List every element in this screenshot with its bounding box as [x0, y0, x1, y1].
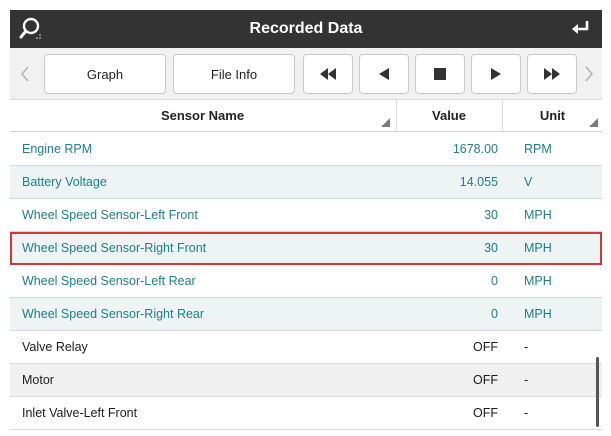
value-cell: 0	[491, 274, 498, 288]
table-row[interactable]: Battery Voltage 14.055 V	[10, 166, 602, 199]
unit-cell: RPM	[524, 142, 552, 156]
sort-indicator-icon	[589, 118, 598, 127]
column-header-value-label: Value	[432, 108, 466, 123]
file-info-button[interactable]: File Info	[173, 54, 295, 94]
unit-cell: V	[524, 175, 533, 189]
graph-button[interactable]: Graph	[44, 54, 166, 94]
column-header-sensor-name[interactable]: Sensor Name	[10, 100, 395, 132]
stop-button[interactable]	[415, 54, 465, 94]
value-cell: 30	[484, 241, 498, 255]
sort-indicator-icon	[381, 118, 390, 127]
title-bar: Recorded Data	[10, 10, 602, 48]
sensor-name-cell: Wheel Speed Sensor-Left Front	[22, 208, 198, 222]
stop-icon	[434, 68, 446, 80]
unit-cell: MPH	[524, 241, 552, 255]
back-button[interactable]	[564, 13, 598, 45]
file-info-button-label: File Info	[210, 66, 258, 82]
unit-cell: -	[524, 340, 529, 354]
column-header-unit-label: Unit	[539, 108, 566, 123]
value-cell: 1678.00	[452, 142, 498, 156]
table-row[interactable]: Inlet Valve-Left Front OFF -	[10, 397, 602, 430]
page-title: Recorded Data	[249, 20, 363, 37]
table-scrollbar[interactable]	[596, 357, 599, 427]
column-header-unit[interactable]: Unit	[503, 100, 602, 132]
chevron-right-icon	[585, 66, 593, 82]
toolbar: Graph File Info	[10, 48, 602, 100]
value-cell: 30	[484, 208, 498, 222]
unit-cell: MPH	[524, 307, 552, 321]
table-row[interactable]: Wheel Speed Sensor-Right Rear 0 MPH	[10, 298, 602, 331]
rewind-icon	[320, 68, 336, 80]
step-back-button[interactable]	[359, 54, 409, 94]
toolbar-scroll-left[interactable]	[14, 54, 36, 94]
column-header-sensor-name-label: Sensor Name	[160, 108, 245, 123]
step-back-icon	[379, 68, 389, 80]
sensor-name-cell: Wheel Speed Sensor-Right Front	[22, 241, 207, 255]
table-row[interactable]: Motor OFF -	[10, 364, 602, 397]
data-table: Sensor Name Value Unit Engine RPM 1678.0…	[10, 100, 602, 430]
table-row[interactable]: Wheel Speed Sensor-Left Rear 0 MPH	[10, 265, 602, 298]
fast-forward-button[interactable]	[527, 54, 577, 94]
unit-cell: -	[524, 406, 529, 420]
sensor-name-cell: Wheel Speed Sensor-Left Rear	[22, 274, 196, 288]
unit-cell: MPH	[524, 208, 552, 222]
table-row[interactable]: Wheel Speed Sensor-Left Front 30 MPH	[10, 199, 602, 232]
value-cell: OFF	[473, 373, 498, 387]
toolbar-scroll-right[interactable]	[578, 54, 600, 94]
unit-cell: -	[524, 373, 529, 387]
graph-button-label: Graph	[86, 66, 124, 82]
return-arrow-icon	[572, 21, 589, 34]
column-header-value[interactable]: Value	[397, 100, 501, 132]
sensor-name-cell: Battery Voltage	[22, 175, 107, 189]
value-cell: OFF	[473, 406, 498, 420]
value-cell: 0	[491, 307, 498, 321]
fast-forward-icon	[544, 68, 560, 80]
table-row[interactable]: Wheel Speed Sensor-Right Front 30 MPH	[10, 232, 602, 265]
sensor-name-cell: Engine RPM	[22, 142, 93, 156]
unit-cell: MPH	[524, 274, 552, 288]
play-icon	[491, 68, 501, 80]
sensor-name-cell: Valve Relay	[22, 340, 88, 354]
chevron-left-icon	[21, 66, 29, 82]
table-header: Sensor Name Value Unit	[10, 100, 602, 132]
table-row[interactable]: Valve Relay OFF -	[10, 331, 602, 364]
sensor-name-cell: Inlet Valve-Left Front	[22, 406, 138, 420]
rewind-button[interactable]	[303, 54, 353, 94]
table-row[interactable]: Engine RPM 1678.00 RPM	[10, 133, 602, 166]
play-button[interactable]	[471, 54, 521, 94]
sensor-name-cell: Motor	[22, 373, 54, 387]
sensor-name-cell: Wheel Speed Sensor-Right Rear	[22, 307, 205, 321]
value-cell: OFF	[473, 340, 498, 354]
value-cell: 14.055	[459, 175, 498, 189]
